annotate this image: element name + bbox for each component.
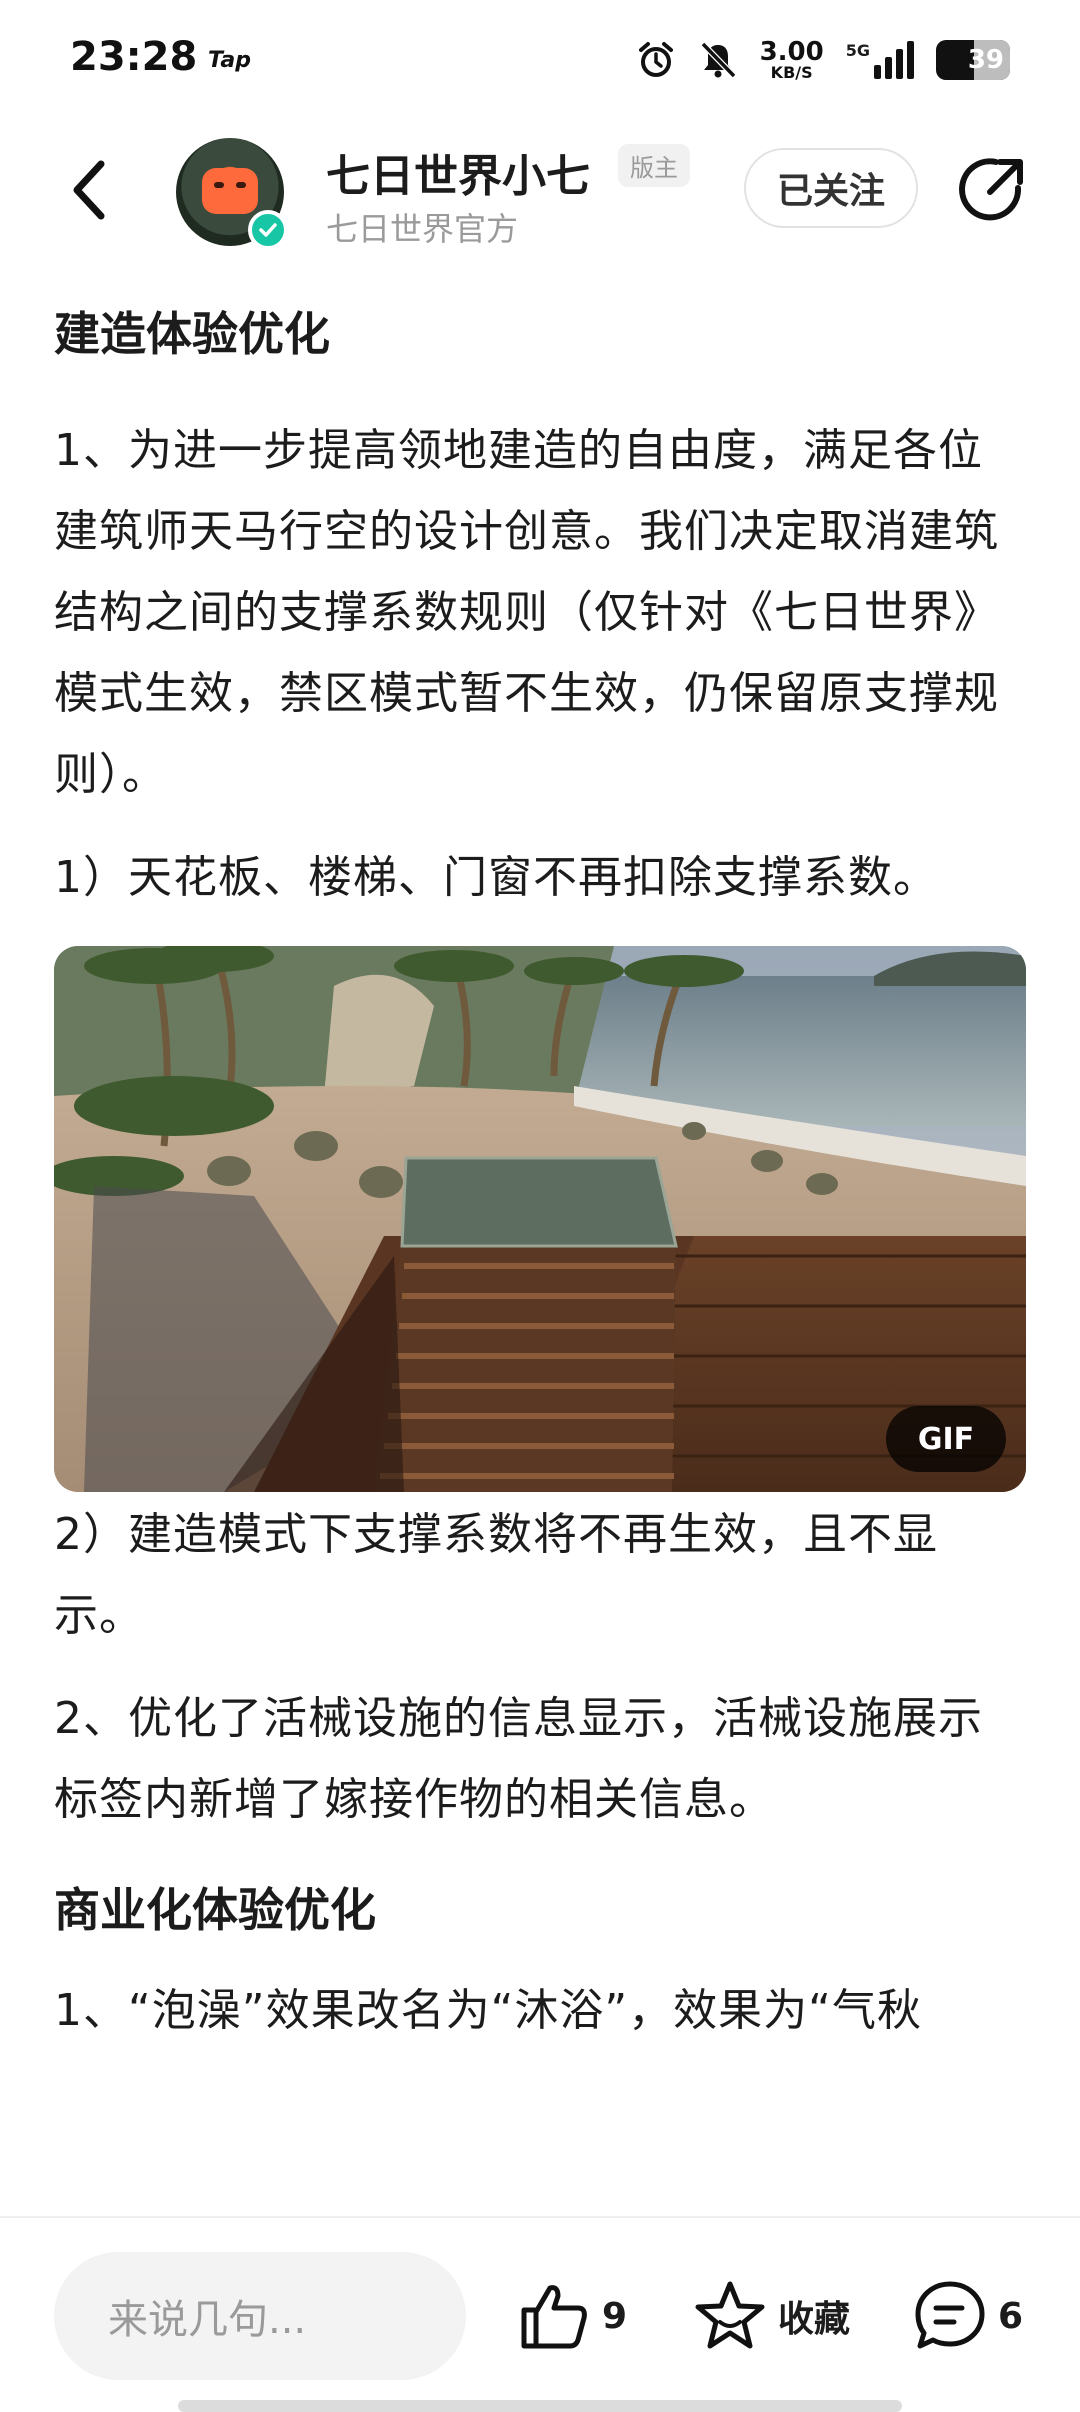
back-button[interactable] xyxy=(54,150,124,230)
section-title-build: 建造体验优化 xyxy=(54,307,330,361)
comment-count: 6 xyxy=(998,2295,1024,2337)
paragraph: 2、优化了活械设施的信息显示，活械设施展示标签内新增了嫁接作物的相关信息。 xyxy=(54,1693,983,1825)
author-subtitle: 七日世界官方 xyxy=(326,210,519,248)
back-icon xyxy=(73,160,105,220)
paragraph: 1、为进一步提高领地建造的自由度，满足各位建筑师天马行空的设计创意。我们决定取消… xyxy=(54,425,999,800)
status-icons: 3.00 KB/S 5G 39 xyxy=(636,34,1010,86)
gif-image[interactable]: GIF xyxy=(54,946,1026,1492)
app-tag: Tap xyxy=(208,48,251,73)
comment-input[interactable]: 来说几句... xyxy=(54,2252,466,2380)
favorite-button[interactable]: 收藏 xyxy=(692,2274,850,2358)
favorite-label: 收藏 xyxy=(778,2299,851,2340)
signal-icon: 5G xyxy=(846,41,914,79)
author-name[interactable]: 七日世界小七 xyxy=(326,140,590,204)
beach-scene-image xyxy=(54,946,1026,1492)
share-icon xyxy=(959,158,1023,221)
battery-icon: 39 xyxy=(936,40,1010,80)
net-speed: 3.00 KB/S xyxy=(760,39,824,81)
signal-type: 5G xyxy=(845,41,870,60)
battery-level: 39 xyxy=(967,45,1004,75)
paragraph: 1）天花板、楼梯、门窗不再扣除支撑系数。 xyxy=(54,852,938,903)
section-title-commercial: 商业化体验优化 xyxy=(54,1883,376,1937)
star-icon xyxy=(695,2281,765,2349)
comment-button[interactable]: 6 xyxy=(912,2274,1023,2358)
gif-badge: GIF xyxy=(886,1406,1006,1472)
paragraph: 2）建造模式下支撑系数将不再生效，且不显示。 xyxy=(54,1509,938,1641)
alarm-icon xyxy=(638,42,673,77)
share-button[interactable] xyxy=(952,150,1032,230)
follow-button[interactable]: 已关注 xyxy=(744,148,918,228)
net-speed-value: 3.00 xyxy=(759,37,824,67)
status-time: 23:28 xyxy=(70,34,198,80)
paragraph-partial: 1、“泡澡”效果改名为“沐浴”，效果为“气秋 xyxy=(54,1985,922,2036)
status-bar: 23:28 Tap 3.00 KB/S 5G 39 xyxy=(0,0,1080,120)
post-content: 建造体验优化 1、为进一步提高领地建造的自由度，满足各位建筑师天马行空的设计创意… xyxy=(54,290,1026,2051)
thumbs-up-icon xyxy=(521,2285,587,2349)
like-button[interactable]: 9 xyxy=(516,2274,627,2358)
net-speed-unit: KB/S xyxy=(770,63,813,82)
avatar-face xyxy=(202,168,258,214)
post-header: 七日世界小七 版主 七日世界官方 已关注 xyxy=(0,120,1080,260)
like-count: 9 xyxy=(602,2295,628,2337)
home-indicator[interactable] xyxy=(178,2400,902,2412)
verified-icon xyxy=(248,210,288,250)
avatar[interactable] xyxy=(176,138,288,250)
comment-icon xyxy=(915,2281,985,2349)
mute-icon xyxy=(700,41,736,79)
bottom-action-bar: 来说几句... 9 收藏 6 xyxy=(0,2218,1080,2412)
mod-badge: 版主 xyxy=(618,144,690,187)
